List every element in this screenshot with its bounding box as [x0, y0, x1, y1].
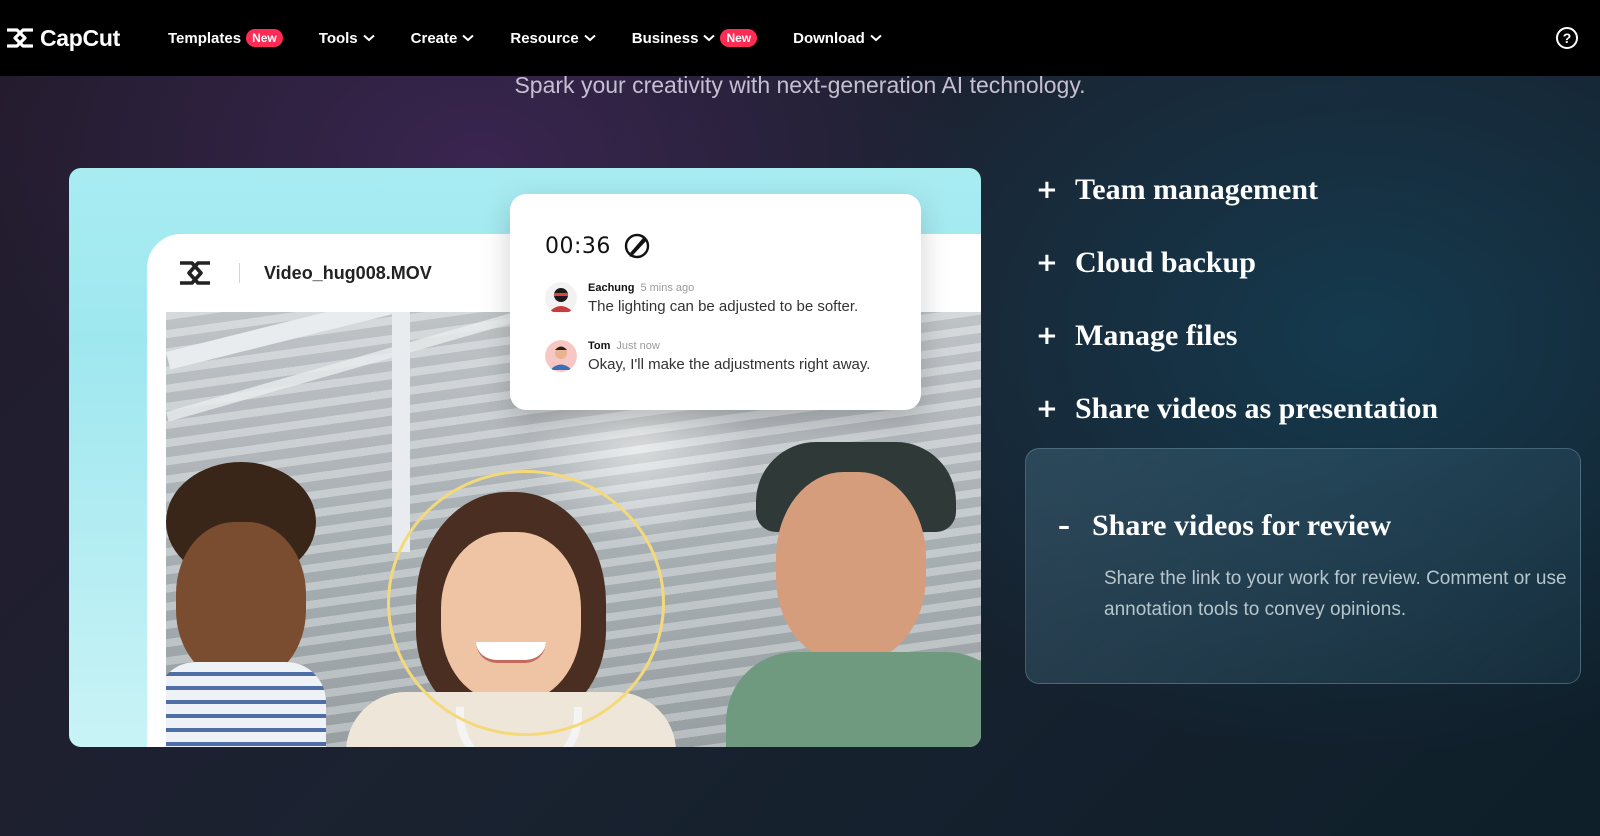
- nav-item-label: Download: [793, 29, 865, 47]
- nav-item-business[interactable]: Business New: [631, 29, 758, 47]
- chevron-down-icon: [870, 34, 882, 42]
- nav-item-resource[interactable]: Resource: [510, 29, 596, 47]
- video-timestamp: 00:36: [545, 233, 611, 259]
- top-nav: CapCut Templates New Tools Create Resource Bu…: [0, 0, 1600, 76]
- chevron-down-icon: [362, 34, 375, 42]
- feature-share-review-header[interactable]: – Share videos for review: [1058, 509, 1391, 543]
- video-file-name: Video_hug008.MOV: [264, 262, 432, 283]
- nav-menu: Templates New Tools Create Resource Business N…: [168, 29, 918, 47]
- nav-item-templates[interactable]: Templates New: [168, 29, 283, 47]
- feature-preview: Video_hug008.MOV 00:36 Eachung 5 mins ag…: [69, 168, 981, 747]
- feature-title: Cloud backup: [1075, 246, 1256, 279]
- comment-panel: 00:36 Eachung 5 mins ago The lighting can…: [510, 194, 921, 410]
- feature-title: Share videos for review: [1092, 509, 1392, 542]
- expand-plus-icon: +: [1036, 175, 1058, 205]
- person-left: [166, 462, 326, 747]
- nav-item-tools[interactable]: Tools: [319, 30, 375, 47]
- expand-plus-icon: +: [1036, 394, 1058, 424]
- comment-time: Just now: [616, 340, 660, 352]
- avatar: [545, 282, 577, 314]
- capcut-logo-icon: [180, 261, 210, 285]
- comment-item: Tom Just now Okay, I'll make the adjustme…: [545, 340, 870, 373]
- expand-plus-icon: +: [1036, 248, 1058, 278]
- capcut-logo[interactable]: CapCut: [5, 25, 120, 52]
- expand-plus-icon: +: [1036, 321, 1058, 351]
- feature-share-presentation[interactable]: + Share videos as presentation: [1036, 392, 1438, 426]
- feature-title: Manage files: [1075, 319, 1238, 352]
- header-divider: [239, 263, 240, 283]
- face-highlight-ring: [387, 470, 665, 736]
- nav-item-label: Templates: [167, 29, 242, 47]
- avatar: [545, 340, 577, 372]
- person-right: [726, 442, 981, 747]
- capcut-logo-icon: [7, 28, 33, 48]
- timestamp-row: 00:36: [545, 232, 651, 260]
- comment-text: Okay, I'll make the adjustments right aw…: [588, 356, 871, 373]
- feature-title: Team management: [1075, 173, 1319, 206]
- nav-item-label: Resource: [510, 29, 579, 47]
- logo-text: CapCut: [40, 24, 120, 51]
- feature-manage-files[interactable]: + Manage files: [1036, 319, 1237, 353]
- collapse-minus-icon: –: [1058, 512, 1070, 540]
- feature-title: Share videos as presentation: [1075, 392, 1439, 425]
- feature-share-review-expanded: – Share videos for review Share the link…: [1025, 448, 1581, 684]
- new-badge: New: [720, 29, 758, 47]
- hero-subtitle: Spark your creativity with next-generati…: [514, 72, 1086, 98]
- feature-team-management[interactable]: + Team management: [1036, 173, 1318, 207]
- chevron-down-icon: [584, 34, 596, 42]
- chevron-down-icon: [462, 34, 475, 42]
- nav-item-label: Create: [410, 29, 458, 47]
- comment-author: Eachung: [588, 282, 635, 294]
- comment-time: 5 mins ago: [640, 282, 695, 294]
- comment-item: Eachung 5 mins ago The lighting can be ad…: [545, 282, 858, 315]
- nav-item-download[interactable]: Download: [793, 30, 882, 47]
- new-badge: New: [246, 29, 283, 47]
- comment-author: Tom: [588, 340, 611, 352]
- chevron-down-icon: [703, 34, 716, 42]
- annotation-brush-icon[interactable]: [623, 232, 651, 260]
- nav-item-create[interactable]: Create: [411, 30, 475, 47]
- feature-description: Share the link to your work for review. …: [1104, 568, 1567, 620]
- help-icon[interactable]: ?: [1556, 27, 1578, 49]
- comment-text: The lighting can be adjusted to be softe…: [588, 298, 859, 315]
- nav-item-label: Business: [631, 29, 699, 47]
- feature-cloud-backup[interactable]: + Cloud backup: [1036, 246, 1256, 280]
- nav-item-label: Tools: [318, 29, 358, 47]
